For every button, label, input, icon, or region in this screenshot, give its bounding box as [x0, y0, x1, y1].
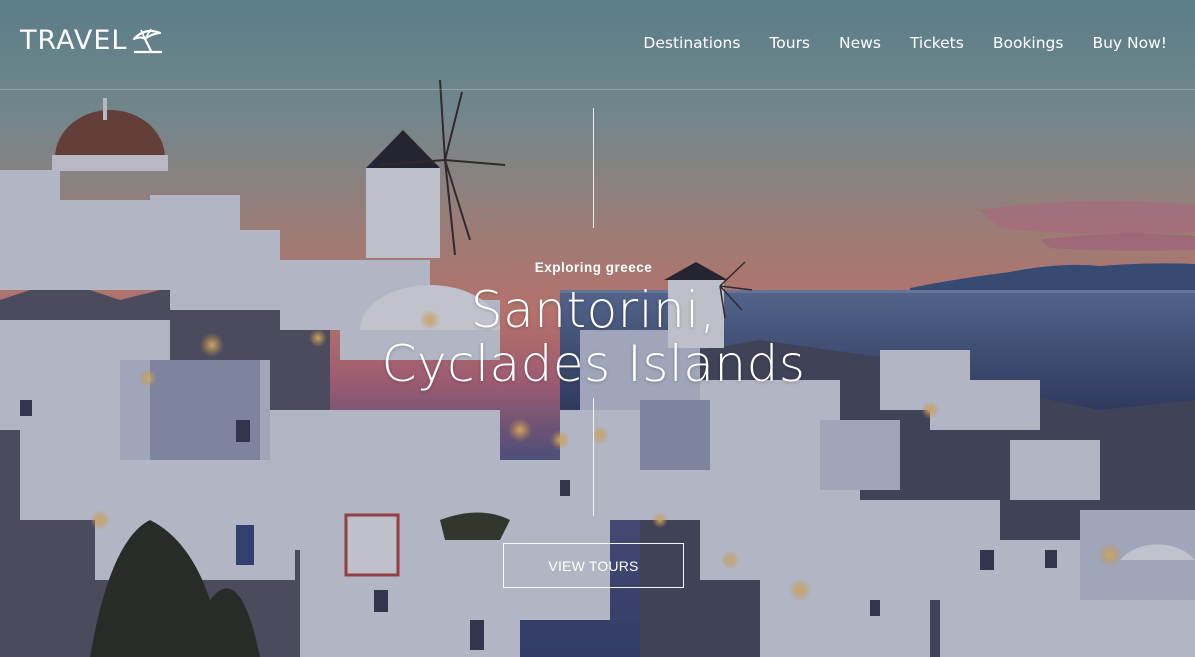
hero-eyebrow: Exploring greece	[534, 260, 653, 275]
brand-logo[interactable]: TRAVEL	[20, 25, 163, 57]
nav-link-tickets[interactable]: Tickets	[910, 34, 964, 52]
beach-umbrella-icon	[133, 28, 163, 54]
nav-link-bookings[interactable]: Bookings	[993, 34, 1064, 52]
nav-link-buy-now[interactable]: Buy Now!	[1092, 34, 1167, 52]
brand-name: TRAVEL	[20, 25, 128, 56]
nav-link-destinations[interactable]: Destinations	[643, 34, 740, 52]
nav-link-news[interactable]: News	[839, 34, 881, 52]
main-nav: Destinations Tours News Tickets Bookings…	[643, 32, 1167, 54]
nav-link-tours[interactable]: Tours	[769, 34, 810, 52]
hero-divider-bottom	[593, 398, 594, 516]
hero-divider-top	[593, 108, 594, 228]
hero-title: Santorini, Cyclades Islands	[0, 283, 1187, 391]
view-tours-button[interactable]: VIEW TOURS	[503, 543, 684, 588]
hero-title-line-1: Santorini,	[470, 281, 717, 339]
top-navbar: TRAVEL Destinations Tours News Tickets B…	[0, 0, 1195, 90]
hero-title-line-2: Cyclades Islands	[381, 335, 806, 393]
